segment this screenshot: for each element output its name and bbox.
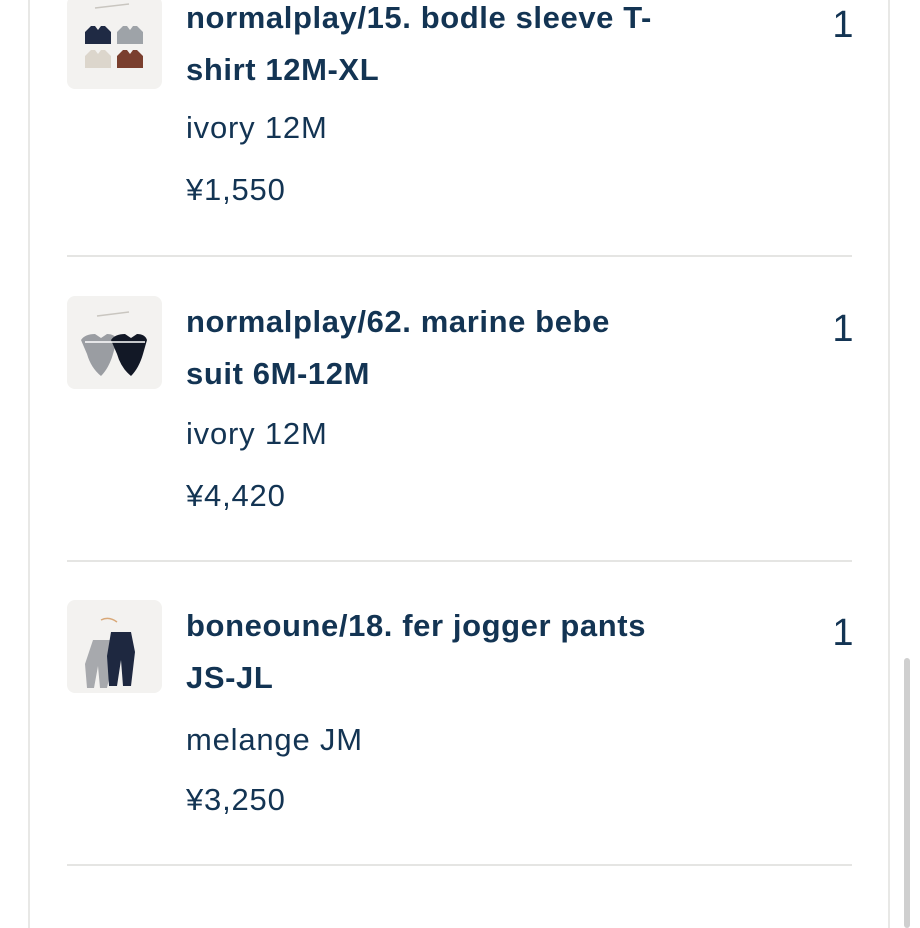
bodysuits-product-photo-icon <box>81 311 147 376</box>
product-price: ¥1,550 <box>186 172 286 207</box>
product-quantity: 1 <box>832 4 854 46</box>
product-title-line-1: boneoune/18. fer jogger pants <box>186 608 647 643</box>
product-title-line-2: suit 6M-12M <box>186 356 371 391</box>
item-divider <box>67 560 852 562</box>
product-variant: melange JM <box>186 722 363 757</box>
product-price: ¥3,250 <box>186 782 286 817</box>
product-thumbnail[interactable] <box>67 296 162 389</box>
product-title-line-1: normalplay/62. marine bebe <box>186 304 610 339</box>
cart-item: boneoune/18. fer jogger pants JS-JL mela… <box>0 598 920 902</box>
cart-item: normalplay/62. marine bebe suit 6M-12M i… <box>0 294 920 598</box>
product-variant: ivory 12M <box>186 110 328 145</box>
product-quantity: 1 <box>832 612 854 654</box>
product-price: ¥4,420 <box>186 478 286 513</box>
item-divider <box>67 864 852 866</box>
product-variant: ivory 12M <box>186 416 328 451</box>
tank-tops-product-photo-icon <box>85 3 143 68</box>
product-title-line-1: normalplay/15. bodle sleeve T- <box>186 0 652 35</box>
jogger-pants-product-photo-icon <box>85 617 135 688</box>
product-title[interactable]: boneoune/18. fer jogger pants JS-JL <box>186 600 726 704</box>
product-title-line-2: shirt 12M-XL <box>186 52 380 87</box>
product-thumbnail[interactable] <box>67 600 162 693</box>
item-divider <box>67 255 852 257</box>
product-thumbnail[interactable] <box>67 0 162 89</box>
cart-item: normalplay/15. bodle sleeve T- shirt 12M… <box>0 0 920 294</box>
product-title[interactable]: normalplay/15. bodle sleeve T- shirt 12M… <box>186 0 726 96</box>
product-title-line-2: JS-JL <box>186 660 274 695</box>
product-quantity: 1 <box>832 308 854 350</box>
product-title[interactable]: normalplay/62. marine bebe suit 6M-12M <box>186 296 726 400</box>
